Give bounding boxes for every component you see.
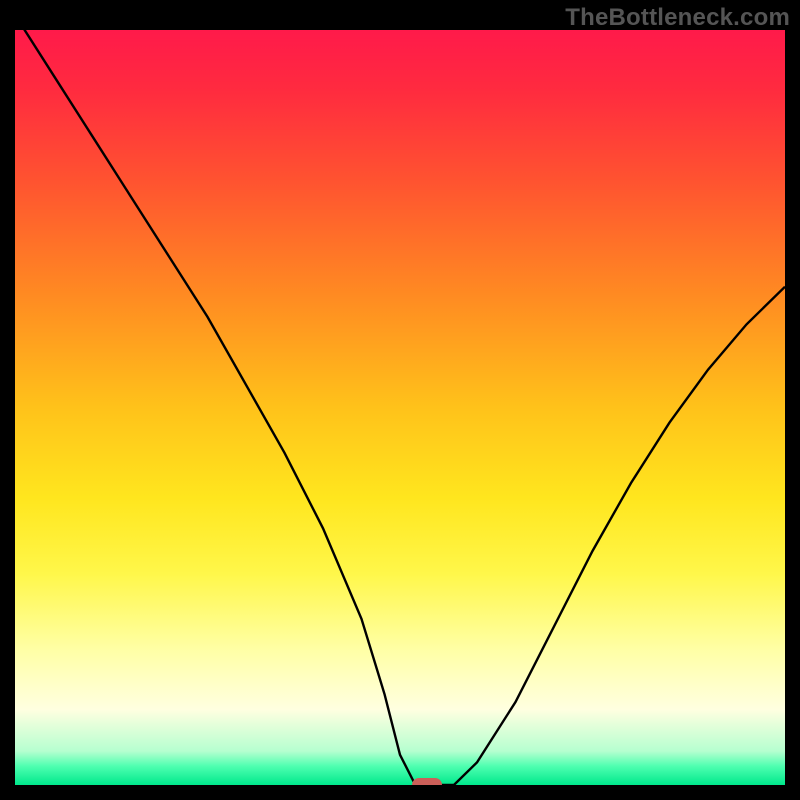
watermark-text: TheBottleneck.com — [565, 4, 790, 32]
chart-root: TheBottleneck.com — [0, 0, 800, 800]
optimal-marker — [412, 778, 442, 785]
bottleneck-chart-svg — [15, 30, 785, 785]
gradient-background — [15, 30, 785, 785]
plot-area — [15, 30, 785, 785]
